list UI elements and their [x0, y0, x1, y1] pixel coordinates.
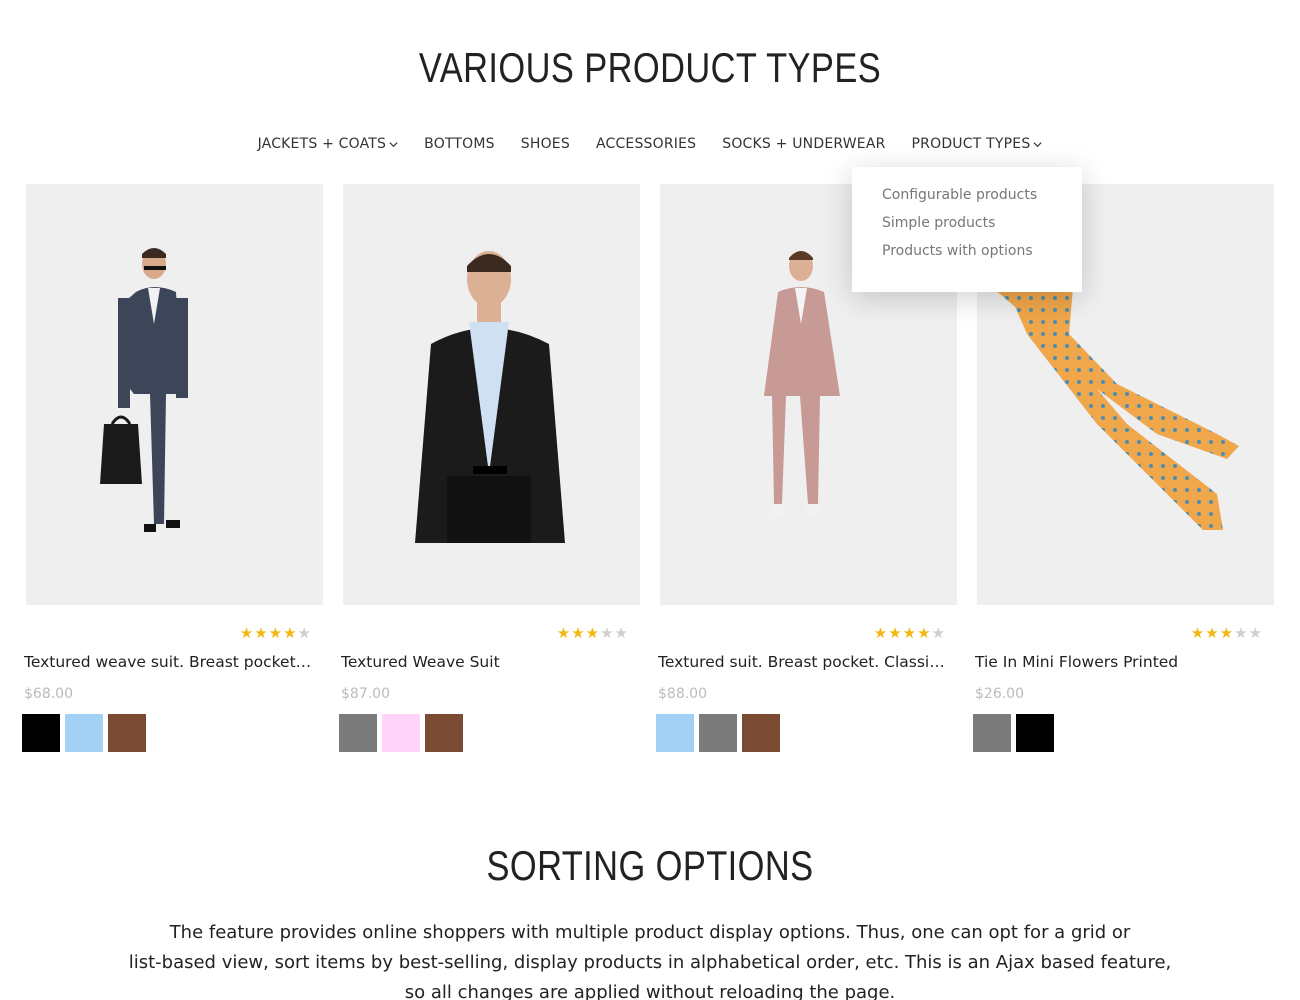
star-filled-icon: ★ [283, 624, 297, 642]
star-filled-icon: ★ [1205, 624, 1219, 642]
rating-stars: ★ ★ ★ ★ ★ [240, 626, 311, 641]
product-name[interactable]: Tie In Mini Flowers Printed [975, 653, 1267, 671]
rating-stars: ★ ★ ★ ★ ★ [1191, 626, 1262, 641]
star-filled-icon: ★ [239, 624, 254, 642]
description-line: so all changes are applied without reloa… [404, 982, 896, 1000]
star-filled-icon: ★ [888, 624, 902, 642]
star-empty-icon: ★ [297, 624, 311, 642]
color-swatches [656, 714, 780, 752]
product-card[interactable]: ★ ★ ★ ★ ★ Textured Weave Suit $87.00 [339, 184, 640, 752]
rating-stars: ★ ★ ★ ★ ★ [557, 626, 628, 641]
star-filled-icon: ★ [873, 624, 888, 642]
product-card[interactable]: ★ ★ ★ ★ ★ Textured weave suit. Breast pocket… [22, 184, 323, 752]
product-image[interactable] [343, 184, 640, 605]
star-filled-icon: ★ [268, 624, 283, 642]
product-name[interactable]: Textured suit. Breast pocket. Classic ..… [658, 653, 950, 671]
star-filled-icon: ★ [556, 624, 571, 642]
product-price: $87.00 [341, 686, 390, 702]
color-swatch[interactable] [699, 714, 737, 752]
tab-label: ACCESSORIES [595, 136, 697, 152]
star-filled-icon: ★ [1219, 624, 1234, 642]
star-empty-icon: ★ [600, 624, 614, 642]
product-price: $26.00 [975, 686, 1024, 702]
star-empty-icon: ★ [1248, 624, 1262, 642]
tab-product-types[interactable]: PRODUCT TYPES [899, 132, 1056, 156]
category-tabs: JACKETS + COATS BOTTOMS SHOES ACCESSORIE… [0, 132, 1300, 156]
suit-with-bag-photo [100, 248, 188, 532]
color-swatch[interactable] [742, 714, 780, 752]
product-price: $68.00 [24, 686, 73, 702]
star-filled-icon: ★ [254, 624, 268, 642]
tab-accessories[interactable]: ACCESSORIES [583, 132, 709, 156]
product-price: $88.00 [658, 686, 707, 702]
star-filled-icon: ★ [571, 624, 585, 642]
tab-shoes[interactable]: SHOES [508, 132, 583, 156]
section-title-sorting-options: SORTING OPTIONS [486, 842, 814, 889]
color-swatch[interactable] [973, 714, 1011, 752]
chevron-down-icon [389, 140, 398, 149]
product-types-dropdown: Configurable products Simple products Pr… [852, 167, 1082, 292]
color-swatches [22, 714, 146, 752]
tab-label: JACKETS + COATS [257, 136, 387, 152]
star-empty-icon: ★ [931, 624, 945, 642]
color-swatch[interactable] [1016, 714, 1054, 752]
product-name[interactable]: Textured weave suit. Breast pocket d... [24, 653, 316, 671]
color-swatch[interactable] [22, 714, 60, 752]
star-filled-icon: ★ [917, 624, 931, 642]
color-swatch[interactable] [108, 714, 146, 752]
star-empty-icon: ★ [614, 624, 628, 642]
product-image[interactable] [26, 184, 323, 605]
tab-socks-underwear[interactable]: SOCKS + UNDERWEAR [709, 132, 898, 156]
tab-jackets-coats[interactable]: JACKETS + COATS [245, 132, 412, 156]
tab-label: PRODUCT TYPES [911, 136, 1031, 152]
black-suit-photo [415, 251, 565, 543]
dropdown-item-configurable[interactable]: Configurable products [882, 181, 1052, 209]
tab-label: BOTTOMS [424, 136, 495, 152]
color-swatch[interactable] [382, 714, 420, 752]
chevron-down-icon [1033, 140, 1042, 149]
star-filled-icon: ★ [1190, 624, 1205, 642]
color-swatches [339, 714, 463, 752]
dropdown-item-simple[interactable]: Simple products [882, 209, 1052, 237]
tab-label: SHOES [520, 136, 570, 152]
sorting-description: The feature provides online shoppers wit… [100, 918, 1200, 1000]
color-swatch[interactable] [425, 714, 463, 752]
star-filled-icon: ★ [902, 624, 917, 642]
tab-label: SOCKS + UNDERWEAR [722, 136, 886, 152]
star-filled-icon: ★ [585, 624, 600, 642]
color-swatches [973, 714, 1054, 752]
star-empty-icon: ★ [1234, 624, 1248, 642]
color-swatch[interactable] [339, 714, 377, 752]
tab-bottoms[interactable]: BOTTOMS [411, 132, 508, 156]
color-swatch[interactable] [656, 714, 694, 752]
rating-stars: ★ ★ ★ ★ ★ [874, 626, 945, 641]
section-title-product-types: VARIOUS PRODUCT TYPES [418, 44, 882, 91]
description-line: The feature provides online shoppers wit… [169, 922, 1131, 943]
dropdown-item-with-options[interactable]: Products with options [882, 237, 1052, 265]
description-line: list-based view, sort items by best-sell… [128, 952, 1172, 973]
product-name[interactable]: Textured Weave Suit [341, 653, 633, 671]
color-swatch[interactable] [65, 714, 103, 752]
